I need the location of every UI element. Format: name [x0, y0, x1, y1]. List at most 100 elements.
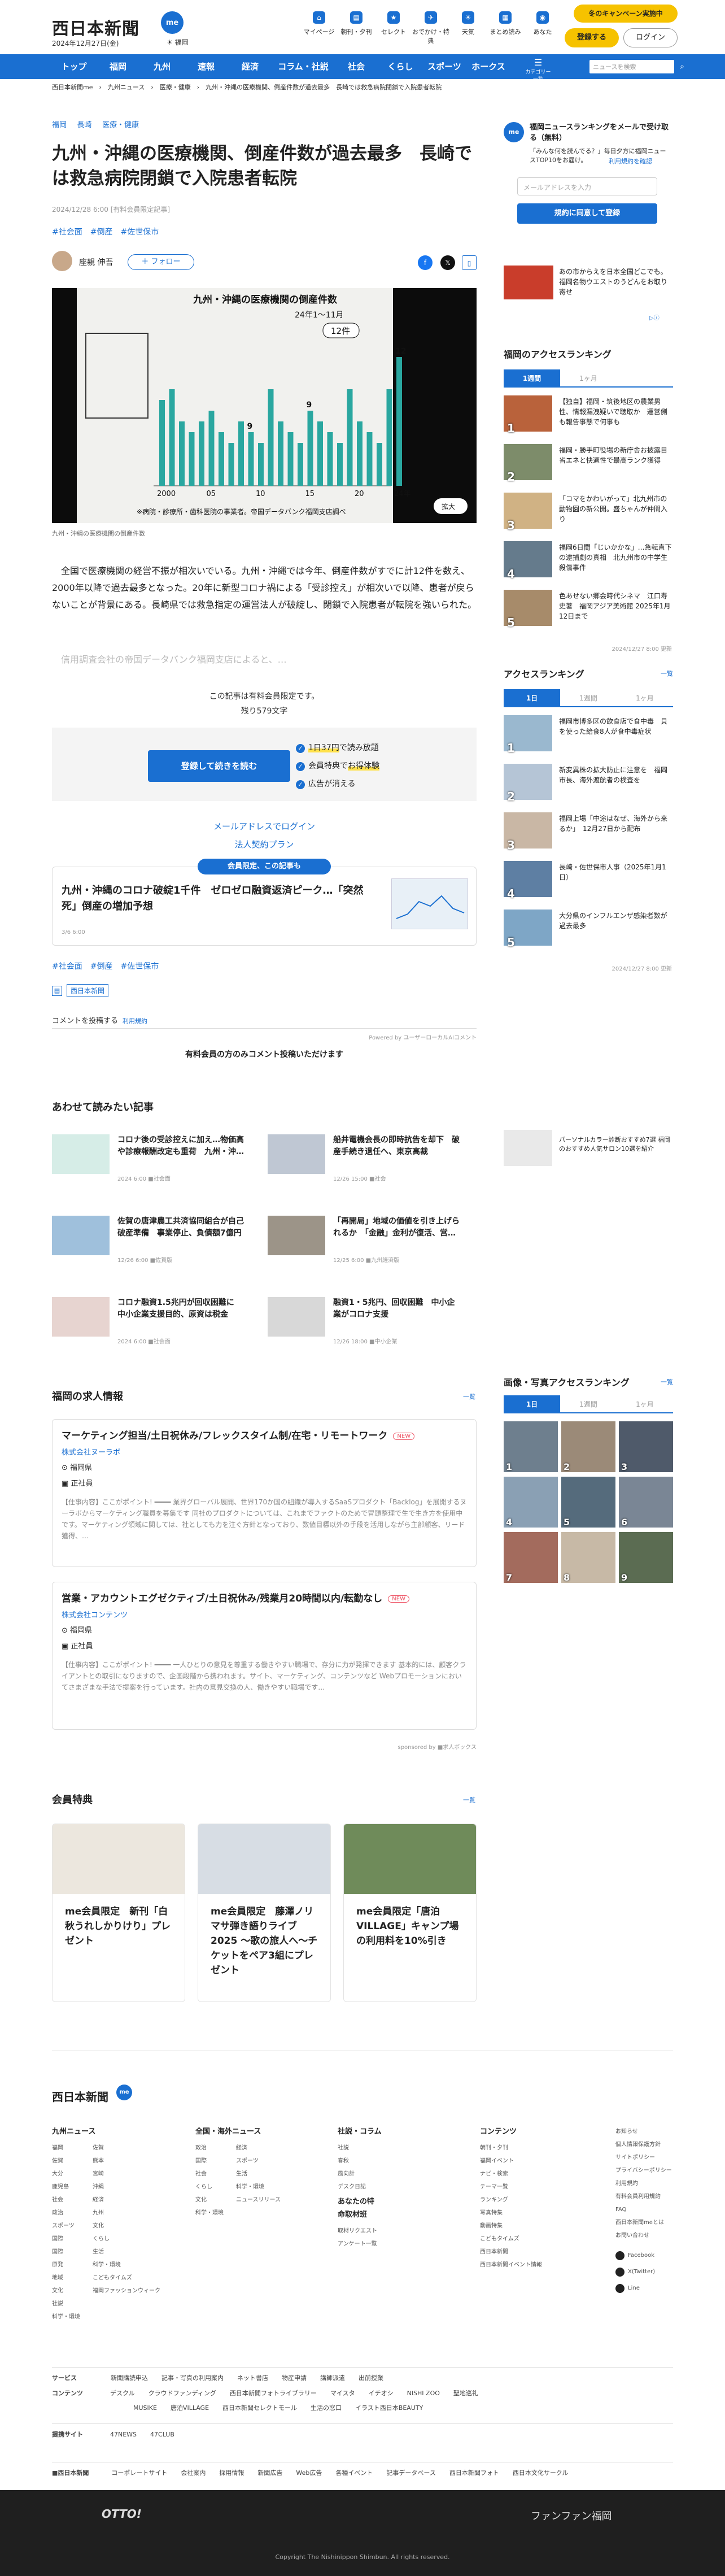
- ranking-item[interactable]: 4 長崎・佐世保市人事（2025年1月1日）: [504, 861, 673, 904]
- footer-link[interactable]: 科学・環境: [236, 2181, 281, 2194]
- footer-link[interactable]: くらし: [195, 2181, 224, 2194]
- header-weather[interactable]: ☀ 福岡: [167, 37, 189, 47]
- campaign-button[interactable]: 冬のキャンペーン実施中: [574, 5, 678, 23]
- photo-ranking-thumbnail[interactable]: 1: [504, 1421, 558, 1472]
- footer-link[interactable]: 鹿児島: [52, 2181, 80, 2194]
- footer-link[interactable]: 春秋: [338, 2155, 366, 2168]
- footer-link[interactable]: 西日本新聞フォトライブラリー: [230, 2390, 317, 2397]
- header-icon-6[interactable]: ◉ あなた: [523, 11, 562, 36]
- footer-link[interactable]: 文化: [195, 2194, 224, 2207]
- nav-item[interactable]: スポーツ: [422, 54, 466, 79]
- footer-link[interactable]: 大分: [52, 2168, 80, 2181]
- footer-link[interactable]: Web広告: [296, 2469, 322, 2477]
- footer-link[interactable]: テーマ一覧: [480, 2181, 542, 2194]
- category-menu-button[interactable]: ☰ カテゴリー一覧: [525, 58, 551, 83]
- footer-link[interactable]: 各種イベント: [335, 2469, 373, 2477]
- ranking-title[interactable]: 【独自】福岡・筑後地区の農業男性、情報漏洩疑いで聴取か 運営側も報告事態で何事も: [559, 397, 673, 427]
- footer-link[interactable]: クラウドファンディング: [149, 2390, 216, 2397]
- footer-link[interactable]: 国際: [52, 2246, 80, 2259]
- read-thumbnail[interactable]: [52, 1297, 110, 1337]
- related-article-card[interactable]: 九州・沖縄のコロナ破綻1千件 ゼロゼロ融資返済ピーク…「突然死」倒産の増加予想 …: [52, 867, 477, 946]
- related-title[interactable]: 九州・沖縄のコロナ破綻1千件 ゼロゼロ融資返済ピーク…「突然死」倒産の増加予想: [62, 883, 378, 915]
- footer-link[interactable]: 福岡: [52, 2142, 80, 2155]
- header-icon-4[interactable]: ☀ 天気: [448, 11, 488, 36]
- footer-link[interactable]: 西日本新聞: [480, 2246, 542, 2259]
- bottom-tags[interactable]: #社会面 #倒産 #佐世保市: [52, 960, 159, 972]
- footer-link[interactable]: 社説: [52, 2297, 80, 2310]
- nav-item[interactable]: 経済: [228, 54, 272, 79]
- footer-link[interactable]: 講師派遣: [320, 2374, 345, 2382]
- footer-me-icon[interactable]: me: [116, 2085, 132, 2100]
- footer-link[interactable]: 取材リクエスト: [338, 2225, 382, 2238]
- footer-link[interactable]: 新聞購読申込: [111, 2374, 148, 2382]
- subscribe-button[interactable]: 登録して続きを読む: [148, 750, 290, 782]
- tag-link[interactable]: 福岡: [52, 121, 67, 129]
- source-badge[interactable]: 西日本新聞: [67, 984, 109, 997]
- footer-link[interactable]: 経済: [93, 2194, 160, 2207]
- tab-month[interactable]: 1ヶ月: [617, 689, 673, 707]
- footer-link[interactable]: 聖地巡礼: [453, 2390, 478, 2397]
- footer-link[interactable]: イチオシ: [369, 2390, 394, 2397]
- footer-link[interactable]: 社説: [338, 2142, 366, 2155]
- footer-link[interactable]: 佐賀: [93, 2142, 160, 2155]
- photo-ranking-thumbnail[interactable]: 4: [504, 1477, 558, 1528]
- ranking-title[interactable]: 「コマをかわいがって」北九州市の動物園の新公開。盛ちゃんが仲間入り: [559, 494, 673, 524]
- ad-choices-icon[interactable]: ▷ⓘ: [649, 313, 660, 321]
- read-title[interactable]: コロナ後の受診控えに加え…物価高や診療報酬改定も重荷 九州・沖…: [117, 1134, 244, 1158]
- footer-link[interactable]: 熊本: [93, 2155, 160, 2168]
- footer-link[interactable]: 文化: [93, 2220, 160, 2233]
- footer-link[interactable]: 経済: [236, 2142, 281, 2155]
- header-icon-2[interactable]: ★ セレクト: [374, 11, 413, 36]
- perk-title[interactable]: me会員限定 新刊「白秋うれしかりけり」プレゼント: [65, 1904, 172, 1948]
- footer-link[interactable]: 西日本新聞フォト: [449, 2469, 499, 2477]
- footer-link[interactable]: コーポレートサイト: [111, 2469, 167, 2477]
- read-title[interactable]: 佐賀の唐津農工共済協同組合が自己破産準備 事業停止、負債額7億円: [117, 1216, 244, 1239]
- footer-link[interactable]: 利用規約: [615, 2177, 672, 2190]
- ranking-item[interactable]: 4 福岡6日間「じいかかな」…急転直下の逮捕劇の真相 北九州市の中学生殺傷事件: [504, 541, 673, 584]
- footer-link[interactable]: 有料会員利用規約: [615, 2190, 672, 2203]
- tag-link[interactable]: 医療・健康: [102, 121, 139, 129]
- ranking-item[interactable]: 3 福岡上場「中途はなぜ、海外から来るか」 12月27日から配布: [504, 812, 673, 855]
- perk-card[interactable]: me会員限定 藤澤ノリマサ弾き語りライブ2025 ～歌の旅人へ～チケットをペア3…: [198, 1824, 331, 2002]
- job-card[interactable]: 営業・アカウントエグゼクティブ/土日祝休み/残業月20時間以内/転勤なし NEW …: [52, 1582, 477, 1730]
- job-title[interactable]: マーケティング担当/土日祝休み/フレックスタイム制/在宅・リモートワーク: [62, 1430, 387, 1442]
- ranking-title[interactable]: 福岡6日間「じいかかな」…急転直下の逮捕劇の真相 北九州市の中学生殺傷事件: [559, 542, 673, 573]
- footer-link[interactable]: FAQ: [615, 2203, 672, 2216]
- nav-item[interactable]: 福岡: [96, 54, 140, 79]
- footer-link[interactable]: ナビ・検索: [480, 2168, 542, 2181]
- read-thumbnail[interactable]: [52, 1216, 110, 1255]
- tab-day[interactable]: 1日: [504, 1395, 560, 1413]
- tab-week[interactable]: 1週間: [560, 1395, 617, 1413]
- bookmark-icon[interactable]: ▯: [462, 255, 477, 270]
- header-icon-5[interactable]: ▦ まとめ読み: [486, 11, 525, 36]
- zoom-label[interactable]: 拡大: [442, 503, 455, 511]
- ranking-item[interactable]: 1 福岡市博多区の飲食店で食中毒 貝を使った給食8人が食中毒症状: [504, 715, 673, 758]
- read-title[interactable]: コロナ融資1.5兆円が回収困難に 中小企業支援目的、原資は税金: [117, 1297, 244, 1321]
- x-share-icon[interactable]: 𝕏: [440, 255, 455, 270]
- footer-link[interactable]: 物産申請: [282, 2374, 307, 2382]
- ranking-title[interactable]: 福岡市博多区の飲食店で食中毒 貝を使った給食8人が食中毒症状: [559, 716, 673, 737]
- perk-title[interactable]: me会員限定 藤澤ノリマサ弾き語りライブ2025 ～歌の旅人へ～チケットをペア3…: [211, 1904, 318, 1978]
- tab-month[interactable]: 1ヶ月: [560, 369, 617, 388]
- footer-link[interactable]: 生活の窓口: [311, 2404, 342, 2412]
- photo-ranking-more[interactable]: 一覧: [661, 1377, 673, 1386]
- photo-ranking-thumbnail[interactable]: 9: [619, 1532, 673, 1583]
- tab-week[interactable]: 1週間: [560, 689, 617, 707]
- read-thumbnail[interactable]: [268, 1297, 325, 1337]
- site-logo[interactable]: 西日本新聞: [52, 15, 139, 40]
- perk-card[interactable]: me会員限定「唐泊VILLAGE」キャンプ場の利用料を10%引き: [343, 1824, 477, 2002]
- facebook-share-icon[interactable]: f: [418, 255, 433, 270]
- footer-link[interactable]: 朝刊・夕刊: [480, 2142, 542, 2155]
- perk-card[interactable]: me会員限定 新刊「白秋うれしかりけり」プレゼント: [52, 1824, 185, 2002]
- nav-item[interactable]: トップ: [52, 54, 96, 79]
- jobs-powered[interactable]: sponsored by ■求人ボックス: [384, 1742, 477, 1751]
- footer-link[interactable]: 文化: [52, 2285, 80, 2297]
- footer-link[interactable]: 沖縄: [93, 2181, 160, 2194]
- footer-logo[interactable]: 西日本新聞: [52, 2088, 108, 2104]
- footer-link[interactable]: 西日本新聞イベント情報: [480, 2259, 542, 2272]
- me-logo-icon[interactable]: me: [161, 11, 184, 34]
- footer-link[interactable]: 西日本文化サークル: [513, 2469, 569, 2477]
- promo-image[interactable]: [504, 266, 553, 299]
- photo-ranking-thumbnail[interactable]: 8: [561, 1532, 615, 1583]
- nav-item[interactable]: 社会: [334, 54, 378, 79]
